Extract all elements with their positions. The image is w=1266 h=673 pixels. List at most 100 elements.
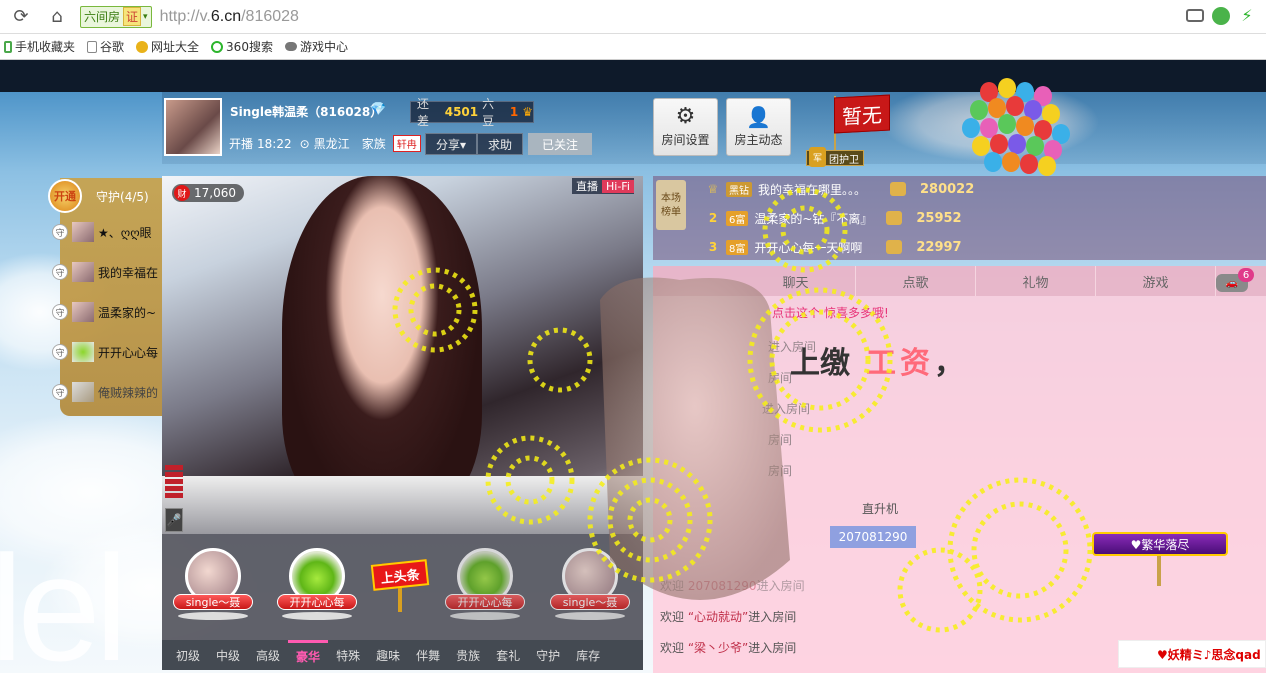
guard-item[interactable]: 守开开心心每	[52, 338, 162, 366]
guard-tag: 守	[52, 304, 68, 320]
guard-avatar	[72, 382, 94, 402]
guard-avatar	[72, 222, 94, 242]
headline-pole	[398, 586, 402, 612]
guard-tag: 守	[52, 384, 68, 400]
cert-badge: 证	[123, 7, 142, 26]
tab-gift[interactable]: 礼物	[976, 266, 1096, 296]
bookmarks-bar: 手机收藏夹 谷歌 网址大全 360搜索 游戏中心	[0, 34, 1266, 60]
user-icon: 👤	[746, 105, 771, 129]
user-id-tag[interactable]: 207081290	[830, 526, 916, 548]
gift-item[interactable]: single～聂	[168, 548, 258, 628]
guard-item[interactable]: 守我的幸福在	[52, 258, 162, 286]
badge-flag[interactable]: 暂无	[834, 94, 890, 134]
video-icon[interactable]	[1186, 9, 1204, 22]
guard-header: 开通 守护(4/5)	[48, 179, 162, 213]
gift-tab[interactable]: 守护	[528, 640, 568, 670]
chat-line-faded: 进入房间	[762, 402, 811, 416]
money-bag-icon	[886, 211, 903, 225]
guard-club-tag[interactable]: 军 团护卫	[806, 147, 864, 167]
chat-hint[interactable]: 点击这个 惊喜多多哦!	[772, 304, 889, 321]
bookmark-item[interactable]: 网址大全	[136, 38, 199, 55]
family-tag[interactable]: 轩冉	[392, 135, 421, 152]
chat-line-faded: 房间	[768, 371, 793, 385]
address-bar[interactable]: http://v.6.cn/816028	[160, 8, 299, 26]
shield-icon: 军	[809, 147, 826, 167]
guard-tag: 守	[52, 344, 68, 360]
guard-item[interactable]: 守 ★、ღღ眼	[52, 218, 162, 246]
location-pin-icon: ⊙	[299, 136, 310, 151]
anchor-avatar[interactable]	[164, 98, 222, 156]
ranking-row[interactable]: ♕ 黑钻 我的幸福在哪里。。。 280022	[706, 178, 974, 200]
trophy-icon: ♕	[707, 182, 719, 196]
tab-chat[interactable]: 聊天	[736, 266, 856, 296]
ranking-row[interactable]: 2 6富 温柔家的~钻『不离』 25952	[706, 207, 962, 229]
level-number: 1	[509, 105, 519, 119]
help-button[interactable]: 求助	[477, 133, 523, 155]
diamond-icon: 💎	[370, 102, 387, 117]
desk-image	[162, 476, 643, 534]
globe-icon	[136, 40, 149, 53]
site-identity-badge[interactable]: 六间房 证 ▾	[80, 5, 152, 28]
browser-right-icons: ⚡	[1186, 7, 1256, 25]
bookmark-item[interactable]: 360搜索	[211, 38, 273, 55]
gift-tab[interactable]: 伴舞	[408, 640, 448, 670]
bottom-notice[interactable]: ♥妖精ミ♪思念qad	[1118, 640, 1266, 668]
tab-game[interactable]: 游戏	[1096, 266, 1216, 296]
anchor-name[interactable]: Single韩温柔（816028）	[230, 103, 382, 120]
guard-avatar	[72, 302, 94, 322]
gift-tab[interactable]: 库存	[568, 640, 608, 670]
gift-item[interactable]: 开开心心每	[272, 548, 362, 628]
guard-tag: 守	[52, 264, 68, 280]
room-settings-button[interactable]: ⚙ 房间设置	[653, 98, 718, 156]
browser-toolbar: ⟳ ⌂ 六间房 证 ▾ http://v.6.cn/816028 ⚡	[0, 0, 1266, 34]
guard-item[interactable]: 守温柔家的~	[52, 298, 162, 326]
share-button[interactable]: 分享▾	[425, 133, 477, 155]
guard-tag: 守	[52, 224, 68, 240]
bookmark-item[interactable]: 游戏中心	[284, 38, 348, 55]
mic-icon[interactable]: 🎤	[165, 508, 183, 532]
bookmark-item[interactable]: 手机收藏夹	[4, 38, 75, 55]
host-feed-button[interactable]: 👤 房主动态	[726, 98, 791, 156]
live-video[interactable]	[162, 176, 643, 534]
gift-item[interactable]: single～聂	[545, 548, 635, 628]
gift-tab[interactable]: 特殊	[328, 640, 368, 670]
gamepad-icon	[284, 42, 297, 51]
guard-title: 守护(4/5)	[96, 189, 149, 204]
chat-line: 欢迎 207081290进入房间	[660, 579, 805, 593]
reload-icon[interactable]: ⟳	[6, 2, 36, 32]
viewer-count: 17,060	[194, 186, 236, 200]
gift-item[interactable]: 开开心心每	[440, 548, 530, 628]
ranking-row[interactable]: 3 8富 开开心心每一天啊啊 22997	[706, 236, 962, 258]
gift-tab-active[interactable]: 豪华	[288, 640, 329, 670]
gift-tab[interactable]: 套礼	[488, 640, 528, 670]
guard-avatar	[72, 342, 94, 362]
money-bag-icon	[890, 182, 906, 196]
vip-badge: 黑钻	[726, 181, 752, 197]
fancy-name-sign[interactable]: ♥繁华落尽	[1092, 532, 1228, 556]
gift-tab[interactable]: 初级	[168, 640, 208, 670]
lightning-icon[interactable]: ⚡	[1238, 7, 1256, 25]
viewer-count-badge: 财 17,060	[172, 184, 244, 202]
start-time: 18:22	[257, 136, 292, 151]
home-icon[interactable]: ⌂	[42, 2, 72, 32]
chat-line-faded: 房间	[768, 464, 793, 478]
room-content: Single韩温柔（816028） 💎 还差 4501 六豆 1 ♛ 开播 18…	[0, 78, 1266, 673]
tab-song[interactable]: 点歌	[856, 266, 976, 296]
accelerate-icon[interactable]	[1212, 7, 1230, 25]
gift-tab[interactable]: 贵族	[448, 640, 488, 670]
crown-icon: ♛	[522, 105, 533, 119]
guard-total: 5	[136, 189, 145, 204]
gift-tab[interactable]: 中级	[208, 640, 248, 670]
bookmark-item[interactable]: 谷歌	[87, 38, 124, 55]
gift-tab[interactable]: 趣味	[368, 640, 408, 670]
vip-badge: 8富	[726, 239, 749, 255]
guard-count: 4	[124, 189, 133, 204]
gift-banner: 上缴 工资，	[790, 346, 964, 381]
anchor-meta: 开播 18:22 ⊙ 黑龙江 家族 轩冉	[229, 135, 421, 152]
chevron-down-icon: ▾	[143, 11, 148, 22]
followed-button[interactable]: 已关注	[528, 133, 592, 155]
open-guard-button[interactable]: 开通	[48, 179, 82, 213]
gift-tab[interactable]: 高级	[248, 640, 288, 670]
guard-item[interactable]: 守俺贼辣辣的	[52, 378, 162, 406]
vip-badge: 6富	[726, 210, 749, 226]
